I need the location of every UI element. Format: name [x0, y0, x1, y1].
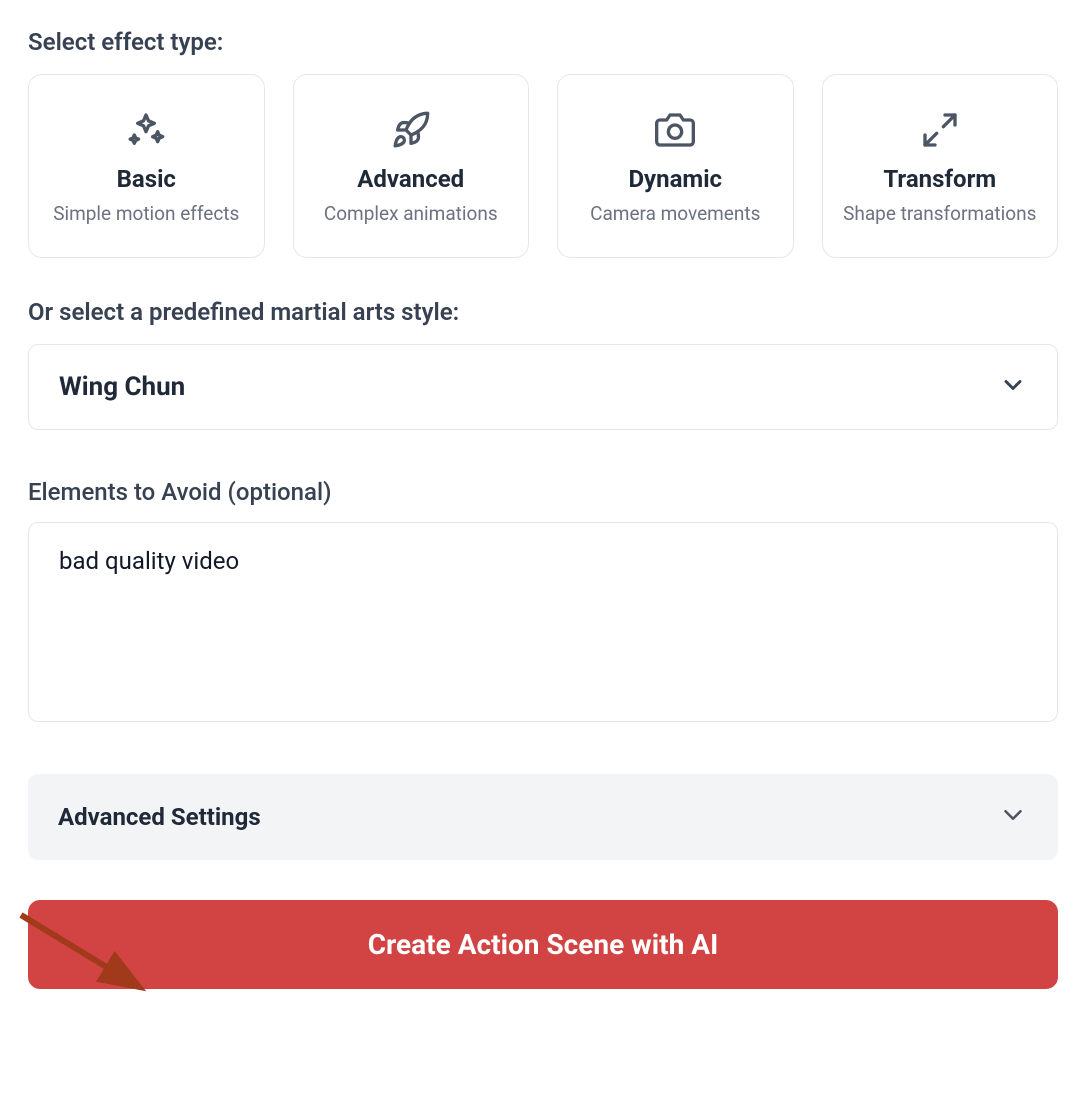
effect-card-title: Transform	[837, 165, 1044, 193]
rocket-icon	[308, 101, 515, 159]
effect-card-desc: Camera movements	[572, 201, 779, 227]
chevron-down-icon	[998, 800, 1028, 834]
effect-card-advanced[interactable]: Advanced Complex animations	[293, 74, 530, 258]
effect-card-desc: Simple motion effects	[43, 201, 250, 227]
effect-card-title: Basic	[43, 165, 250, 193]
avoid-textarea[interactable]	[28, 522, 1058, 722]
create-action-scene-button[interactable]: Create Action Scene with AI	[28, 900, 1058, 989]
style-select-dropdown[interactable]: Wing Chun	[28, 344, 1058, 430]
effect-type-label: Select effect type:	[28, 28, 1058, 56]
style-select-label: Or select a predefined martial arts styl…	[28, 298, 1058, 326]
effect-card-title: Advanced	[308, 165, 515, 193]
chevron-down-icon	[999, 371, 1027, 403]
effect-card-desc: Complex animations	[308, 201, 515, 227]
avoid-label: Elements to Avoid (optional)	[28, 478, 1058, 506]
effect-card-title: Dynamic	[572, 165, 779, 193]
effect-card-basic[interactable]: Basic Simple motion effects	[28, 74, 265, 258]
maximize-icon	[837, 101, 1044, 159]
effect-card-transform[interactable]: Transform Shape transformations	[822, 74, 1059, 258]
effect-card-dynamic[interactable]: Dynamic Camera movements	[557, 74, 794, 258]
camera-icon	[572, 101, 779, 159]
advanced-settings-toggle[interactable]: Advanced Settings	[28, 774, 1058, 860]
effect-type-grid: Basic Simple motion effects Advanced Com…	[28, 74, 1058, 258]
sparkles-icon	[43, 101, 250, 159]
effect-card-desc: Shape transformations	[837, 201, 1044, 227]
advanced-settings-label: Advanced Settings	[58, 803, 261, 831]
style-select-value: Wing Chun	[59, 372, 185, 402]
